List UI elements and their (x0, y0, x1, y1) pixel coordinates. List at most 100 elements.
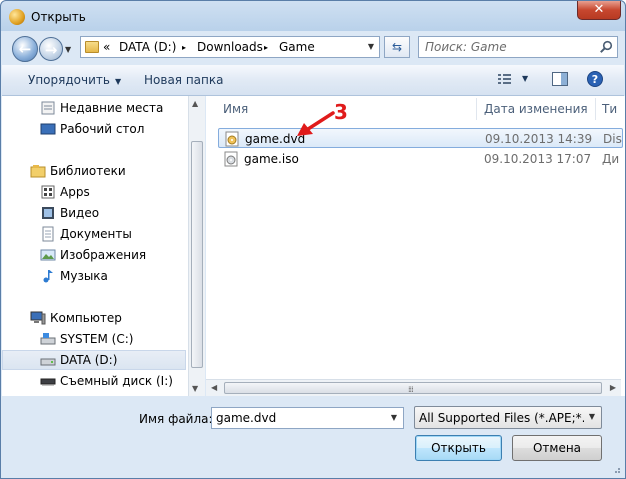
open-button[interactable]: Открыть (415, 435, 502, 461)
cancel-button[interactable]: Отмена (512, 435, 602, 461)
nav-label: Видео (60, 206, 100, 220)
navigation-scrollbar[interactable]: ▲ ▼ (188, 96, 205, 396)
scroll-right-icon[interactable]: ▶ (610, 383, 616, 392)
chevron-down-icon[interactable]: ▼ (585, 407, 599, 427)
breadcrumb-game[interactable]: Game (279, 40, 315, 54)
file-date: 09.10.2013 17:07 (484, 152, 592, 166)
new-folder-button[interactable]: Новая папка (144, 73, 223, 87)
file-type-filter-value: All Supported Files (*.APE;*.BIN (419, 411, 584, 425)
nav-label: Apps (60, 185, 90, 199)
nav-label: Документы (60, 227, 132, 241)
system-drive-icon (40, 333, 56, 345)
folder-icon (85, 41, 99, 53)
search-placeholder: Поиск: Game (425, 40, 507, 54)
views-dropdown-icon[interactable]: ▼ (522, 74, 528, 83)
file-row-game-iso[interactable]: game.iso 09.10.2013 17:07 Ди (218, 149, 623, 169)
removable-drive-icon (40, 378, 56, 386)
chevron-down-icon: ▼ (114, 77, 122, 86)
iso-file-icon (224, 151, 238, 167)
breadcrumb-separator[interactable]: ▸ (264, 43, 268, 52)
nav-label: DATA (D:) (60, 353, 118, 367)
refresh-button[interactable]: ⇆ (384, 36, 410, 58)
file-list-pane: Имя Дата изменения Ти game.dvd 09.10.201… (206, 96, 625, 396)
file-type: Ди (602, 152, 620, 166)
file-date: 09.10.2013 14:39 (485, 132, 593, 146)
column-divider[interactable] (595, 98, 596, 120)
breadcrumb-overflow[interactable]: « (103, 40, 110, 54)
nav-item-system-drive[interactable]: SYSTEM (C:) (2, 329, 186, 349)
nav-label: Недавние места (60, 101, 164, 115)
file-type-filter[interactable]: All Supported Files (*.APE;*.BIN ▼ (414, 406, 602, 429)
file-name: game.iso (244, 152, 299, 166)
scrollbar-thumb[interactable] (191, 141, 203, 368)
preview-pane-icon[interactable] (551, 71, 569, 87)
view-options-icon[interactable] (496, 71, 514, 87)
nav-item-documents[interactable]: Документы (2, 224, 186, 244)
organize-label: Упорядочить (28, 73, 110, 87)
nav-item-data-drive[interactable]: DATA (D:) (2, 350, 186, 370)
breadcrumb-data-drive[interactable]: DATA (D:) (119, 40, 176, 54)
title-bar[interactable]: Открыть ✕ (1, 1, 625, 33)
libraries-icon (30, 165, 46, 178)
recent-pages-dropdown[interactable]: ▼ (65, 45, 71, 54)
help-icon[interactable]: ? (586, 71, 604, 87)
data-drive-icon (40, 358, 56, 366)
column-header-date[interactable]: Дата изменения (484, 96, 588, 122)
chevron-down-icon[interactable]: ▼ (387, 408, 401, 428)
nav-label: Компьютер (50, 311, 122, 325)
file-type: Dis (603, 132, 622, 146)
file-name-label: Имя файла: (139, 412, 213, 426)
nav-label: Рабочий стол (60, 122, 145, 136)
address-bar[interactable]: « DATA (D:) ▸ Downloads ▸ Game ▼ (80, 36, 380, 58)
breadcrumb-separator[interactable]: ▸ (182, 43, 186, 52)
nav-item-pictures[interactable]: Изображения (2, 245, 186, 265)
search-input[interactable]: Поиск: Game (418, 36, 618, 58)
desktop-icon (40, 123, 56, 135)
organize-button[interactable]: Упорядочить ▼ (28, 73, 121, 87)
nav-item-removable-drive[interactable]: Съемный диск (I:) (2, 371, 186, 391)
breadcrumb-downloads[interactable]: Downloads (197, 40, 263, 54)
computer-icon (30, 311, 46, 325)
forward-button[interactable]: → (39, 37, 63, 61)
nav-item-video[interactable]: Видео (2, 203, 186, 223)
scroll-left-icon[interactable]: ◀ (211, 383, 217, 392)
back-button[interactable]: ← (12, 36, 38, 62)
nav-item-desktop[interactable]: Рабочий стол (2, 119, 186, 139)
nav-item-computer[interactable]: Компьютер (2, 308, 186, 328)
nav-label: Музыка (60, 269, 108, 283)
command-toolbar: Упорядочить ▼ Новая папка ▼ ? (2, 65, 624, 96)
nav-item-apps[interactable]: Apps (2, 182, 186, 202)
column-header-type[interactable]: Ти (602, 96, 617, 122)
search-icon[interactable] (599, 40, 613, 54)
nav-item-music[interactable]: Музыка (2, 266, 186, 286)
file-row-game-dvd[interactable]: game.dvd 09.10.2013 14:39 Dis (218, 128, 623, 148)
close-button[interactable]: ✕ (577, 1, 621, 20)
nav-item-libraries[interactable]: Библиотеки (2, 161, 186, 181)
open-file-dialog: Открыть ✕ ← → ▼ « DATA (D:) ▸ Downloads … (0, 0, 626, 479)
file-name-field[interactable]: game.dvd ▼ (211, 407, 404, 429)
nav-item-recent-places[interactable]: Недавние места (2, 98, 186, 118)
annotation-step-number: 3 (334, 100, 348, 124)
resize-grip-icon[interactable] (611, 464, 621, 474)
forward-arrow-icon: → (44, 41, 58, 59)
window-title: Открыть (31, 10, 86, 24)
nav-label: Изображения (60, 248, 147, 262)
nav-label: Съемный диск (I:) (60, 374, 173, 388)
scrollbar-thumb[interactable]: ⁞⁞⁞ (224, 382, 602, 394)
nav-label: SYSTEM (C:) (60, 332, 134, 346)
file-list-horizontal-scrollbar[interactable]: ◀ ⁞⁞⁞ ▶ (206, 379, 621, 396)
scroll-down-icon[interactable]: ▼ (192, 384, 198, 393)
documents-library-icon (42, 226, 54, 242)
video-library-icon (42, 207, 54, 219)
grip-icon: ⁞⁞⁞ (408, 385, 414, 394)
dvd-file-icon (225, 131, 239, 147)
music-library-icon (43, 270, 53, 283)
scroll-up-icon[interactable]: ▲ (192, 99, 198, 108)
column-header-name[interactable]: Имя (223, 96, 248, 122)
nav-label: Библиотеки (50, 164, 126, 178)
recent-places-icon (41, 101, 55, 115)
refresh-icon: ⇆ (391, 40, 403, 54)
column-divider[interactable] (476, 98, 477, 120)
address-dropdown-icon[interactable]: ▼ (363, 37, 379, 57)
file-name-value[interactable]: game.dvd (216, 411, 276, 425)
